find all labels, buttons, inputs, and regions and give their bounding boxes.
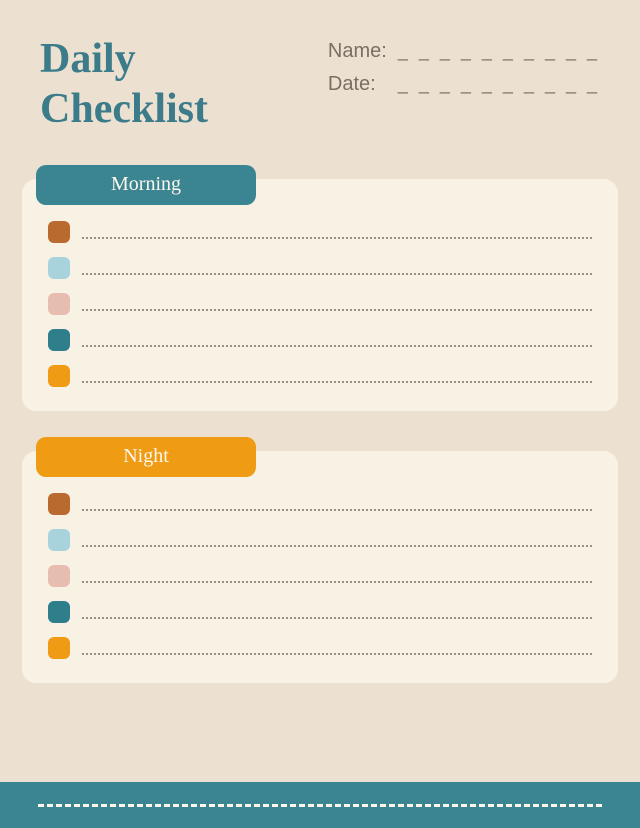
checkbox-icon[interactable]	[48, 221, 70, 243]
write-line[interactable]	[82, 369, 592, 383]
page-title: Daily Checklist	[40, 34, 208, 135]
list-item	[48, 365, 592, 387]
checkbox-icon[interactable]	[48, 601, 70, 623]
checkbox-icon[interactable]	[48, 637, 70, 659]
write-line[interactable]	[82, 533, 592, 547]
checkbox-icon[interactable]	[48, 293, 70, 315]
date-label: Date:	[328, 73, 390, 96]
list-item	[48, 257, 592, 279]
write-line[interactable]	[82, 333, 592, 347]
checkbox-icon[interactable]	[48, 365, 70, 387]
list-item	[48, 293, 592, 315]
write-line[interactable]	[82, 297, 592, 311]
title-line-1: Daily	[40, 34, 208, 84]
title-line-2: Checklist	[40, 84, 208, 134]
list-item	[48, 601, 592, 623]
checkbox-icon[interactable]	[48, 529, 70, 551]
checkbox-icon[interactable]	[48, 565, 70, 587]
header: Daily Checklist Name: _ _ _ _ _ _ _ _ _ …	[0, 0, 640, 135]
date-row: Date: _ _ _ _ _ _ _ _ _ _	[328, 73, 600, 96]
section-night: Night	[22, 451, 618, 683]
write-line[interactable]	[82, 605, 592, 619]
write-line[interactable]	[82, 497, 592, 511]
write-line[interactable]	[82, 569, 592, 583]
list-item	[48, 493, 592, 515]
morning-tab-label: Morning	[111, 173, 181, 196]
night-tab: Night	[36, 437, 256, 477]
list-item	[48, 565, 592, 587]
list-item	[48, 637, 592, 659]
footer-bar	[0, 782, 640, 828]
name-label: Name:	[328, 40, 390, 63]
list-item	[48, 329, 592, 351]
write-line[interactable]	[82, 225, 592, 239]
name-input-line[interactable]: _ _ _ _ _ _ _ _ _ _	[398, 41, 600, 62]
morning-tab: Morning	[36, 165, 256, 205]
list-item	[48, 221, 592, 243]
morning-panel	[22, 179, 618, 411]
name-row: Name: _ _ _ _ _ _ _ _ _ _	[328, 40, 600, 63]
checkbox-icon[interactable]	[48, 493, 70, 515]
checkbox-icon[interactable]	[48, 329, 70, 351]
footer-dashed-line	[38, 804, 601, 807]
night-panel	[22, 451, 618, 683]
write-line[interactable]	[82, 641, 592, 655]
meta-block: Name: _ _ _ _ _ _ _ _ _ _ Date: _ _ _ _ …	[328, 34, 600, 135]
write-line[interactable]	[82, 261, 592, 275]
section-morning: Morning	[22, 179, 618, 411]
date-input-line[interactable]: _ _ _ _ _ _ _ _ _ _	[398, 74, 600, 95]
checkbox-icon[interactable]	[48, 257, 70, 279]
night-tab-label: Night	[123, 445, 169, 468]
list-item	[48, 529, 592, 551]
